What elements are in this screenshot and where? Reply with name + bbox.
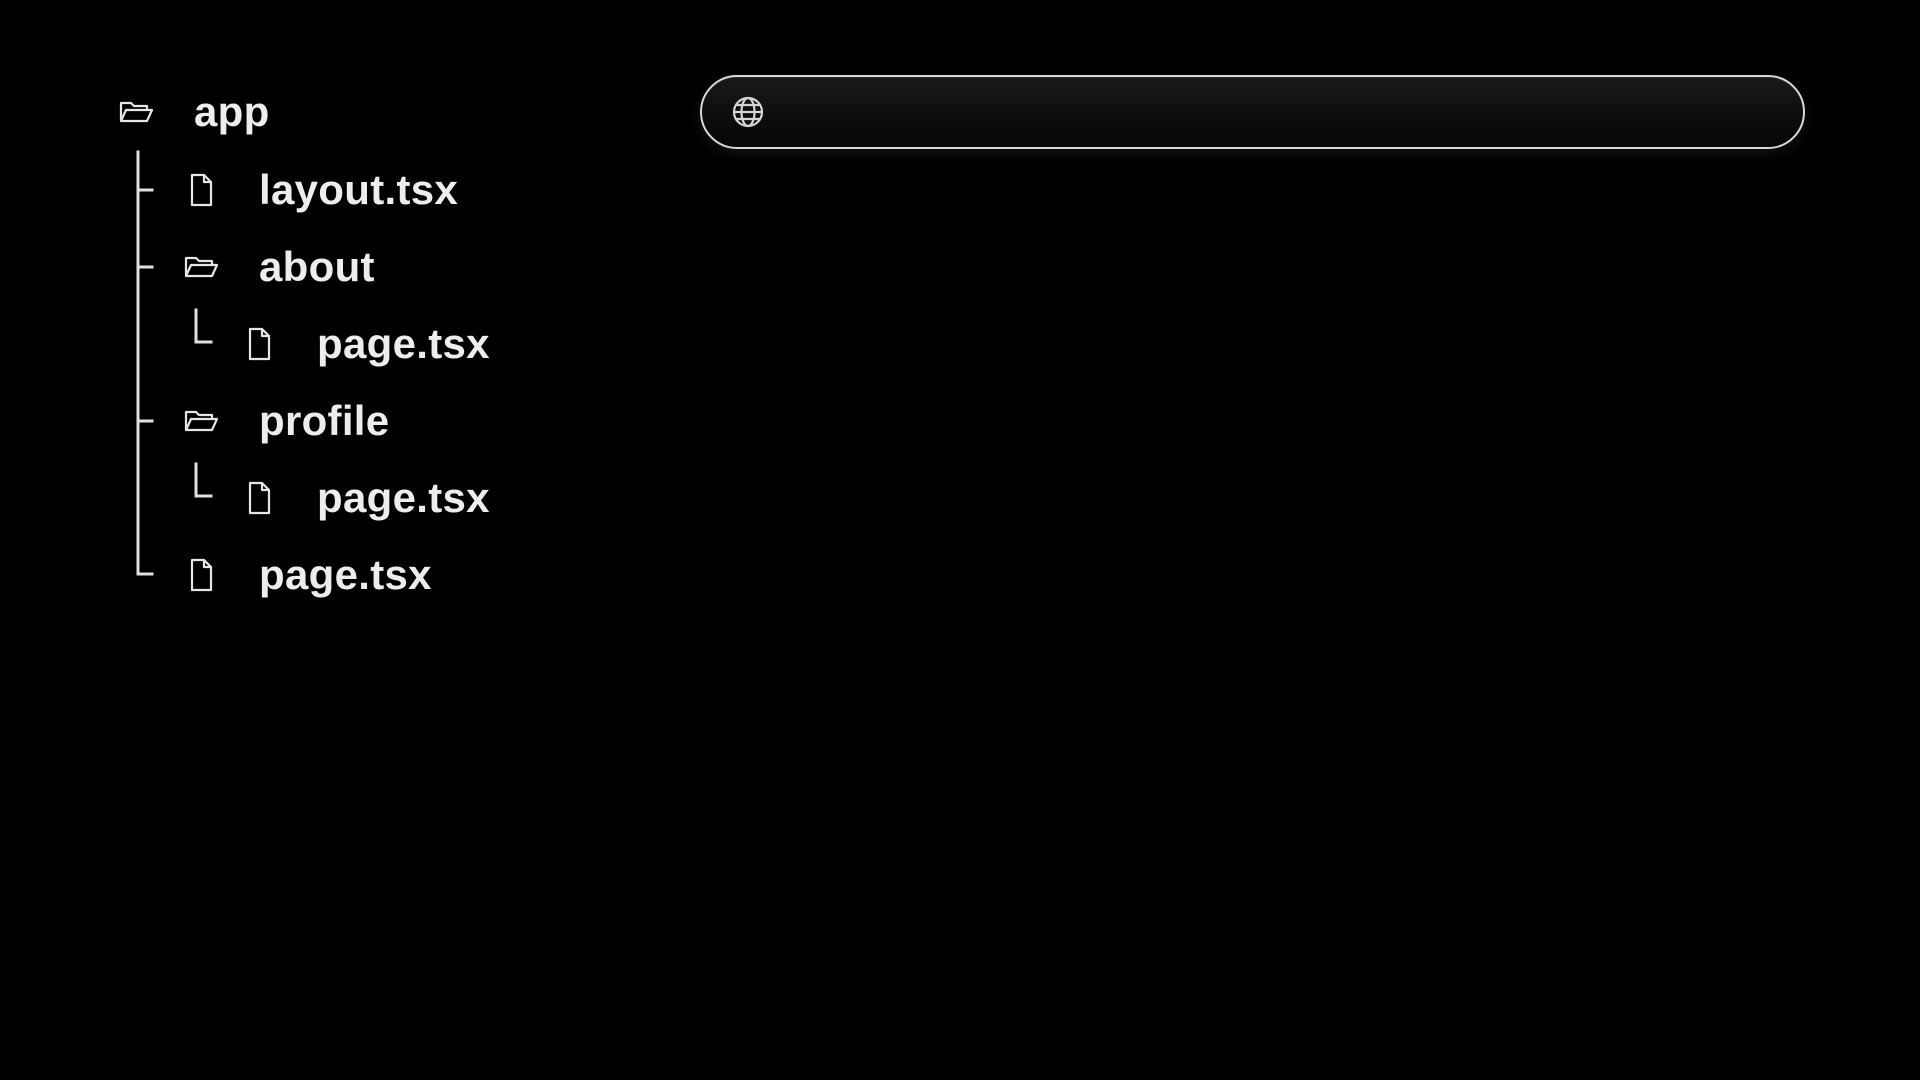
tree-item-label: about bbox=[259, 243, 375, 290]
address-bar[interactable] bbox=[700, 75, 1805, 149]
folder-open-icon bbox=[181, 401, 221, 441]
folder-open-icon bbox=[181, 247, 221, 287]
tree-item-app[interactable]: app bbox=[116, 82, 270, 142]
tree-item-label: profile bbox=[259, 397, 390, 444]
tree-item-profile-page-tsx[interactable]: page.tsx bbox=[239, 468, 490, 528]
tree-item-label: layout.tsx bbox=[259, 166, 459, 213]
globe-icon bbox=[728, 92, 768, 132]
file-tree: app layout.tsx about page.tsx profile pa… bbox=[0, 0, 640, 640]
file-icon bbox=[181, 555, 221, 595]
tree-item-label: page.tsx bbox=[317, 320, 490, 367]
tree-item-layout-tsx[interactable]: layout.tsx bbox=[181, 160, 458, 220]
file-icon bbox=[239, 324, 279, 364]
tree-item-about[interactable]: about bbox=[181, 237, 375, 297]
tree-item-label: page.tsx bbox=[317, 474, 490, 521]
tree-item-profile[interactable]: profile bbox=[181, 391, 389, 451]
file-icon bbox=[181, 170, 221, 210]
folder-open-icon bbox=[116, 92, 156, 132]
tree-item-about-page-tsx[interactable]: page.tsx bbox=[239, 314, 490, 374]
tree-item-label: page.tsx bbox=[259, 551, 432, 598]
tree-item-root-page-tsx[interactable]: page.tsx bbox=[181, 545, 432, 605]
file-icon bbox=[239, 478, 279, 518]
url-input[interactable] bbox=[782, 87, 1773, 137]
tree-item-label: app bbox=[194, 88, 270, 135]
